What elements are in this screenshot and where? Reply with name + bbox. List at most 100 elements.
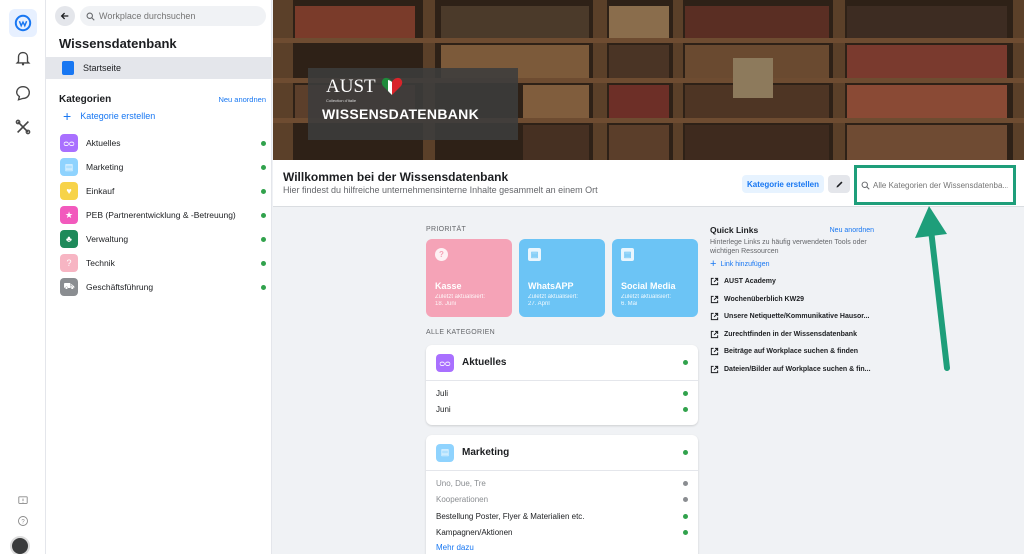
workplace-search[interactable] bbox=[80, 6, 266, 26]
status-dot bbox=[683, 513, 688, 519]
list-item[interactable]: Kooperationen bbox=[426, 492, 698, 509]
help-icon[interactable]: ? bbox=[14, 512, 32, 530]
document-icon: ▤ bbox=[528, 248, 541, 261]
bell-icon[interactable] bbox=[9, 44, 37, 72]
quick-link[interactable]: Wochenüberblich KW29 bbox=[710, 291, 874, 309]
reorder-categories-link[interactable]: Neu anordnen bbox=[218, 95, 266, 104]
page-subtitle: Hier findest du hilfreiche unternehmensi… bbox=[283, 185, 598, 195]
edit-button[interactable] bbox=[828, 175, 850, 193]
list-item[interactable]: Kampagnen/Aktionen bbox=[426, 525, 698, 542]
tools-icon[interactable] bbox=[9, 113, 37, 141]
priority-card-date: 18. Juni bbox=[435, 301, 457, 307]
sidebar-item-einkauf[interactable]: ♥ Einkauf bbox=[60, 179, 266, 203]
feedback-icon[interactable] bbox=[14, 492, 32, 510]
priority-card-title: Social Media bbox=[621, 281, 676, 291]
list-item[interactable]: Juni bbox=[426, 402, 698, 419]
card-header[interactable]: ▤ Marketing bbox=[426, 435, 698, 471]
status-dot bbox=[683, 480, 688, 486]
category-label: Marketing bbox=[86, 162, 124, 172]
sidebar-item-peb[interactable]: ★ PEB (Partnerentwicklung & -Betreuung) bbox=[60, 203, 266, 227]
question-icon: ? bbox=[60, 254, 78, 272]
quick-link[interactable]: Unsere Netiquette/Kommunikative Hausor..… bbox=[710, 308, 874, 326]
category-search-input[interactable] bbox=[873, 180, 1008, 190]
reorder-links-link[interactable]: Neu anordnen bbox=[830, 227, 874, 234]
cover-image: AUST Collection d'Italie WISSENSDATENBAN… bbox=[273, 0, 1024, 160]
quick-links-title: Quick Links bbox=[710, 225, 759, 235]
add-link-button[interactable]: + Link hinzufügen bbox=[710, 258, 874, 270]
back-button[interactable] bbox=[55, 6, 75, 26]
sidebar-item-startseite[interactable]: Startseite bbox=[46, 57, 272, 79]
italian-heart-icon bbox=[381, 77, 403, 95]
plus-icon: + bbox=[710, 258, 717, 270]
list-item[interactable]: Juli bbox=[426, 385, 698, 402]
category-label: Verwaltung bbox=[86, 234, 129, 244]
list-item[interactable]: Uno, Due, Tre bbox=[426, 475, 698, 492]
create-category-link[interactable]: + Kategorie erstellen bbox=[63, 108, 156, 124]
logo-brand: AUST bbox=[326, 76, 376, 97]
quick-links-panel: Quick Links Neu anordnen Hinterlege Link… bbox=[710, 225, 874, 378]
status-dot bbox=[683, 390, 688, 396]
tree-icon: ♣ bbox=[60, 230, 78, 248]
priority-label: PRIORITÄT bbox=[426, 226, 467, 233]
all-categories-label: ALLE KATEGORIEN bbox=[426, 329, 495, 336]
list-item-label: Uno, Due, Tre bbox=[436, 478, 486, 488]
workplace-logo-icon[interactable] bbox=[9, 9, 37, 37]
category-search[interactable] bbox=[854, 165, 1016, 205]
cart-icon: ⛟ bbox=[60, 278, 78, 296]
quick-link[interactable]: Beiträge auf Workplace suchen & finden bbox=[710, 343, 874, 361]
external-link-icon bbox=[710, 330, 719, 338]
arrow-left-icon bbox=[60, 12, 69, 20]
category-label: Aktuelles bbox=[86, 138, 121, 148]
card-header[interactable]: ᴑᴑ Aktuelles bbox=[426, 345, 698, 381]
priority-card-updated: Zuletzt aktualisiert: bbox=[621, 294, 672, 300]
create-category-button[interactable]: Kategorie erstellen bbox=[742, 175, 824, 193]
priority-card-kasse[interactable]: ? Kasse Zuletzt aktualisiert: 18. Juni bbox=[426, 239, 512, 317]
quick-link[interactable]: Dateien/Bilder auf Workplace suchen & fi… bbox=[710, 361, 874, 379]
status-dot bbox=[683, 497, 688, 503]
priority-card-social-media[interactable]: ▤ Social Media Zuletzt aktualisiert: 6. … bbox=[612, 239, 698, 317]
quick-link-label: Dateien/Bilder auf Workplace suchen & fi… bbox=[724, 365, 871, 373]
status-dot bbox=[261, 236, 266, 242]
page-title: Willkommen bei der Wissensdatenbank bbox=[283, 170, 509, 184]
category-label: Einkauf bbox=[86, 186, 115, 196]
sidebar-item-technik[interactable]: ? Technik bbox=[60, 251, 266, 275]
status-dot bbox=[261, 284, 266, 290]
logo-tagline: Collection d'Italie bbox=[326, 98, 357, 103]
add-link-label: Link hinzufügen bbox=[720, 260, 770, 268]
plus-icon: + bbox=[63, 108, 72, 124]
status-dot bbox=[683, 530, 688, 536]
priority-card-updated: Zuletzt aktualisiert: bbox=[528, 294, 579, 300]
priority-card-title: Kasse bbox=[435, 281, 462, 291]
list-item-label: Juli bbox=[436, 388, 449, 398]
workplace-search-input[interactable] bbox=[99, 11, 259, 21]
quick-link[interactable]: Zurechtfinden in der Wissensdatenbank bbox=[710, 326, 874, 344]
quick-links-header: Quick Links Neu anordnen bbox=[710, 225, 874, 235]
category-card-aktuelles: ᴑᴑ Aktuelles Juli Juni bbox=[426, 345, 698, 425]
categories-header: Kategorien Neu anordnen bbox=[59, 94, 266, 105]
more-link[interactable]: Mehr dazu bbox=[426, 541, 698, 553]
sidebar-item-verwaltung[interactable]: ♣ Verwaltung bbox=[60, 227, 266, 251]
avatar[interactable] bbox=[10, 536, 30, 554]
priority-card-whatsapp[interactable]: ▤ WhatsAPP Zuletzt aktualisiert: 27. Apr… bbox=[519, 239, 605, 317]
sidebar-item-aktuelles[interactable]: ᴑᴑ Aktuelles bbox=[60, 131, 266, 155]
sidebar-item-marketing[interactable]: ▤ Marketing bbox=[60, 155, 266, 179]
status-dot bbox=[261, 212, 266, 218]
status-dot bbox=[261, 260, 266, 266]
status-dot bbox=[683, 360, 688, 365]
list-item-label: Juni bbox=[436, 405, 451, 415]
quick-link[interactable]: AUST Academy bbox=[710, 273, 874, 291]
category-card-marketing: ▤ Marketing Uno, Due, Tre Kooperationen … bbox=[426, 435, 698, 554]
sidebar: Wissensdatenbank Startseite Kategorien N… bbox=[46, 0, 272, 554]
document-icon: ▤ bbox=[60, 158, 78, 176]
quick-link-label: Beiträge auf Workplace suchen & finden bbox=[724, 348, 859, 356]
quick-link-label: Wochenüberblich KW29 bbox=[724, 295, 804, 303]
chat-icon[interactable] bbox=[9, 79, 37, 107]
external-link-icon bbox=[710, 295, 719, 303]
priority-card-date: 6. Mai bbox=[621, 301, 638, 307]
categories-heading: Kategorien bbox=[59, 94, 112, 105]
sidebar-item-geschaeftsfuehrung[interactable]: ⛟ Geschäftsführung bbox=[60, 275, 266, 299]
aust-logo: AUST Collection d'Italie WISSENSDATENBAN… bbox=[308, 68, 518, 140]
create-category-label: Kategorie erstellen bbox=[80, 111, 156, 121]
card-title: Aktuelles bbox=[462, 357, 507, 368]
list-item[interactable]: Bestellung Poster, Flyer & Materialien e… bbox=[426, 508, 698, 525]
